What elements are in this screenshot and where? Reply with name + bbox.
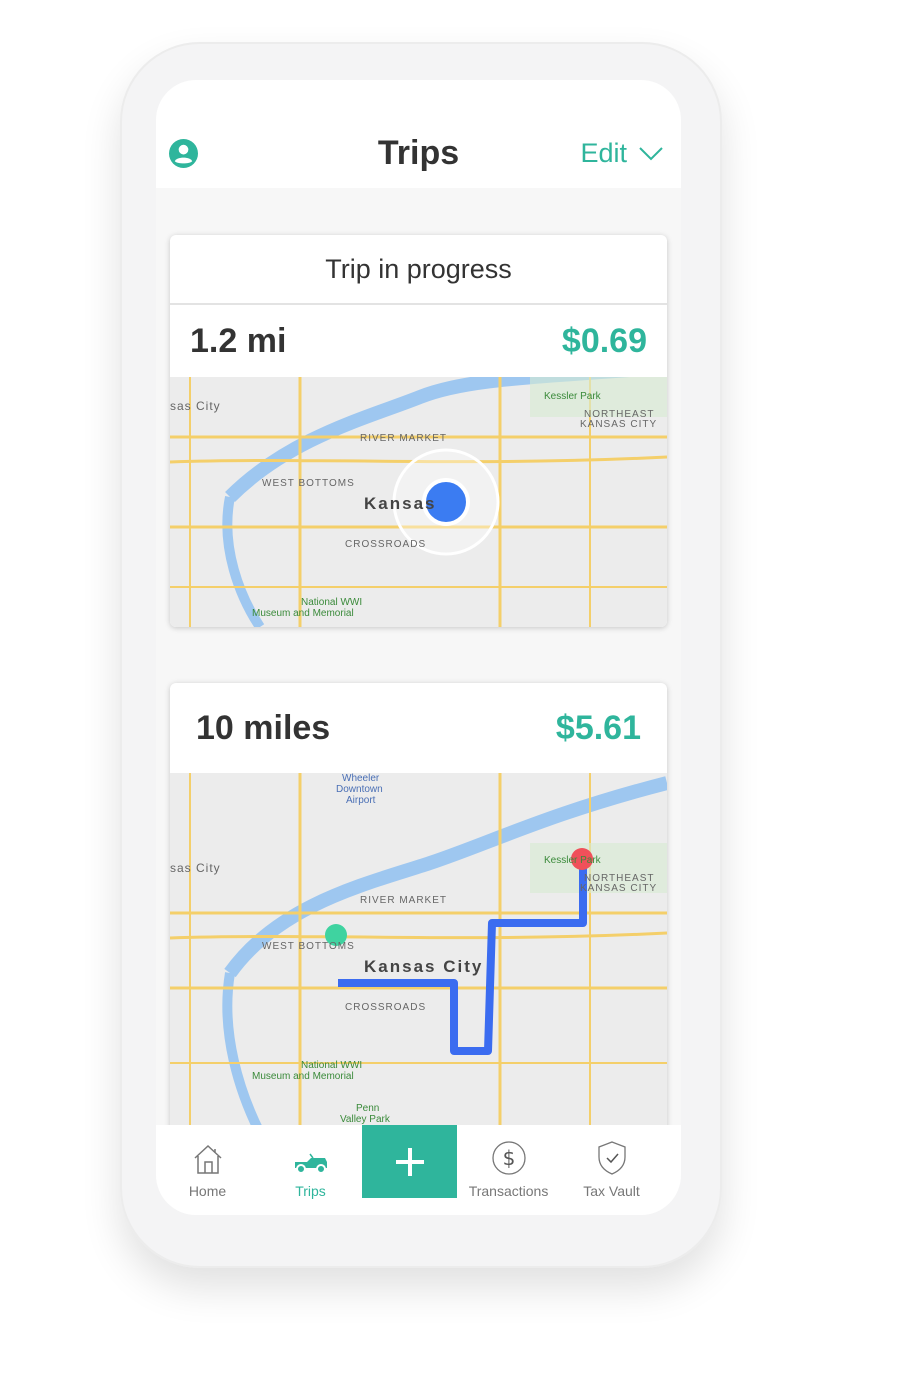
map-label: Kansas — [364, 494, 437, 513]
map-label: RIVER MARKET — [360, 895, 448, 906]
tab-tax-vault[interactable]: Tax Vault — [560, 1125, 663, 1215]
plus-icon — [395, 1147, 424, 1176]
map-label: CROSSROADS — [345, 539, 427, 550]
map-label: CROSSROADS — [345, 1002, 427, 1013]
map-label: WEST BOTTOMS — [262, 478, 355, 489]
trip-amount: $0.69 — [561, 321, 647, 360]
home-icon — [193, 1144, 222, 1174]
map-label: Penn — [356, 1103, 380, 1114]
tab-label: Transactions — [468, 1183, 549, 1199]
tab-bar: Home Trips $ Transactions Tax Vault — [156, 1125, 681, 1215]
map-label: Museum and Memorial — [252, 1071, 354, 1082]
trip-amount: $5.61 — [555, 708, 641, 747]
map-label: WEST BOTTOMS — [262, 941, 355, 952]
tab-trips[interactable]: Trips — [259, 1125, 362, 1215]
tab-label: Tax Vault — [583, 1183, 640, 1199]
map-label: sas City — [170, 861, 221, 875]
trip-distance: 1.2 mi — [190, 321, 287, 360]
app-screen: Trips Edit Trip in progress 1.2 mi $0.69 … — [156, 80, 681, 1215]
svg-text:$: $ — [502, 1146, 515, 1170]
map-label: Downtown — [336, 784, 383, 795]
map-label: Kansas City — [364, 957, 484, 976]
map-label: KANSAS CITY — [580, 419, 658, 430]
shield-check-icon — [597, 1141, 626, 1175]
card-title: Trip in progress — [170, 235, 667, 305]
header: Trips Edit — [156, 80, 681, 188]
trip-card[interactable]: 10 miles $5.61 sas City Wheeler Downtown … — [170, 683, 667, 1133]
map-label: Museum and Memorial — [252, 608, 354, 619]
trip-route-map[interactable]: sas City Wheeler Downtown Airport Kessle… — [170, 773, 667, 1133]
map-label: National WWI — [301, 1060, 363, 1071]
map-label: Kessler Park — [544, 855, 601, 866]
map-label: Kessler Park — [544, 391, 601, 402]
map-label: Valley Park — [340, 1114, 390, 1125]
tab-label: Trips — [295, 1183, 326, 1199]
map-label: sas City — [170, 399, 221, 413]
edit-label: Edit — [580, 138, 627, 168]
map-label: National WWI — [301, 597, 363, 608]
map-label: RIVER MARKET — [360, 433, 448, 444]
dollar-circle-icon: $ — [491, 1141, 526, 1175]
trip-map[interactable]: sas City Kessler Park NORTHEAST KANSAS C… — [170, 377, 667, 627]
car-icon — [294, 1153, 327, 1174]
add-trip-button[interactable] — [362, 1125, 457, 1198]
tab-transactions[interactable]: $ Transactions — [457, 1125, 560, 1215]
trip-distance: 10 miles — [196, 708, 331, 747]
map-label: KANSAS CITY — [580, 883, 658, 894]
chevron-down-icon — [639, 146, 663, 160]
edit-button[interactable]: Edit — [580, 138, 663, 169]
map-label: Wheeler — [342, 773, 380, 784]
trip-in-progress-card[interactable]: Trip in progress 1.2 mi $0.69 sas City Ke… — [170, 235, 667, 627]
map-label: Airport — [346, 795, 376, 806]
tab-home[interactable]: Home — [156, 1125, 259, 1215]
tab-label: Home — [188, 1183, 227, 1199]
